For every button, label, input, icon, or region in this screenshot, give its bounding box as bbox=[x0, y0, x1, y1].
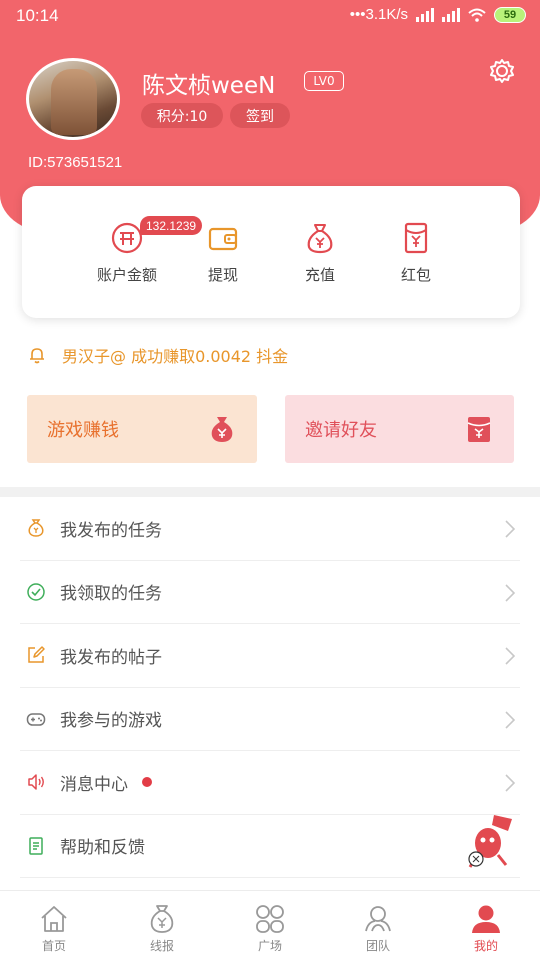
mascot-icon[interactable] bbox=[462, 811, 518, 871]
wallet-label: 充值 bbox=[304, 266, 335, 284]
username: 陈文桢weeN bbox=[142, 73, 276, 99]
money-bag-icon bbox=[211, 417, 233, 442]
bell-icon bbox=[30, 348, 44, 364]
red-envelope-icon bbox=[467, 417, 491, 442]
status-right: •••3.1K/s 59 bbox=[350, 6, 526, 23]
signin-button[interactable]: 签到 bbox=[230, 103, 290, 128]
chevron-right-icon bbox=[505, 647, 516, 665]
wallet-label: 红包 bbox=[400, 266, 431, 284]
menu-item-label: 我领取的任务 bbox=[60, 584, 162, 605]
speaker-icon bbox=[28, 774, 44, 790]
menu-item-label: 帮助和反馈 bbox=[60, 838, 145, 859]
menu-item-my-games[interactable]: 我参与的游戏 bbox=[20, 688, 520, 751]
section-divider bbox=[0, 487, 540, 497]
signal-icon bbox=[416, 7, 434, 22]
grid-icon bbox=[256, 905, 284, 933]
tab-label: 首页 bbox=[41, 939, 66, 953]
tab-label: 我的 bbox=[473, 939, 498, 953]
menu-item-label: 我发布的任务 bbox=[60, 520, 162, 541]
level-badge: LV0 bbox=[304, 71, 344, 91]
network-speed: •••3.1K/s bbox=[349, 6, 408, 23]
tab-label: 团队 bbox=[365, 939, 390, 953]
chevron-right-icon bbox=[505, 583, 516, 602]
wifi-icon bbox=[468, 8, 486, 22]
wallet-item-withdraw[interactable]: 提现 bbox=[178, 220, 268, 285]
tab-tips[interactable]: 线报 bbox=[108, 891, 216, 960]
tab-mine[interactable]: 我的 bbox=[432, 891, 540, 960]
edit-icon bbox=[28, 646, 45, 663]
game-earn-label: 游戏赚钱 bbox=[47, 420, 119, 441]
money-bag-icon bbox=[150, 905, 174, 933]
menu-item-my-published-tasks[interactable]: 我发布的任务 bbox=[20, 497, 520, 561]
document-icon bbox=[29, 837, 43, 855]
status-time: 10:14 bbox=[16, 6, 59, 25]
wallet-item-recharge[interactable]: 充值 bbox=[275, 220, 365, 285]
chevron-right-icon bbox=[505, 710, 516, 729]
wallet-label: 提现 bbox=[207, 266, 238, 284]
check-circle-icon bbox=[27, 583, 45, 601]
unread-dot bbox=[142, 777, 152, 788]
tab-home[interactable]: 首页 bbox=[0, 891, 108, 960]
avatar[interactable] bbox=[26, 58, 120, 140]
user-id: ID:573651521 bbox=[28, 154, 123, 171]
game-earn-button[interactable]: 游戏赚钱 bbox=[27, 395, 257, 463]
menu-item-help-feedback[interactable]: 帮助和反馈 bbox=[20, 814, 520, 878]
menu-item-my-posts[interactable]: 我发布的帖子 bbox=[20, 624, 520, 688]
points-pill: 积分:10 bbox=[141, 103, 223, 128]
tab-label: 线报 bbox=[149, 939, 174, 953]
tab-label: 广场 bbox=[257, 939, 282, 953]
avatar-figure bbox=[51, 69, 97, 135]
menu-item-my-claimed-tasks[interactable]: 我领取的任务 bbox=[20, 561, 520, 624]
wallet-card: 账户金额 132.1239 提现 充值 红包 bbox=[22, 186, 520, 318]
battery-icon: 59 bbox=[494, 6, 526, 23]
tab-team[interactable]: 团队 bbox=[324, 891, 432, 960]
tab-plaza[interactable]: 广场 bbox=[216, 891, 324, 960]
wallet-item-red-envelope[interactable]: 红包 bbox=[371, 220, 461, 285]
status-bar: 10:14 •••3.1K/s 59 bbox=[0, 0, 540, 32]
invite-friends-label: 邀请好友 bbox=[305, 420, 377, 441]
earning-notice: 男汉子@ 成功赚取0.0042 抖金 bbox=[28, 342, 288, 368]
notice-text: 男汉子@ 成功赚取0.0042 抖金 bbox=[62, 347, 289, 366]
menu-item-label: 我参与的游戏 bbox=[60, 711, 162, 732]
red-envelope-icon bbox=[404, 222, 428, 254]
bottom-tab-bar: 首页 线报 广场 团队 我的 bbox=[0, 890, 540, 960]
team-icon bbox=[365, 906, 391, 932]
signal-icon bbox=[442, 7, 460, 22]
menu-item-message-center[interactable]: 消息中心 bbox=[20, 751, 520, 815]
wallet-label: 账户金额 bbox=[96, 266, 157, 284]
user-icon bbox=[472, 905, 500, 933]
chevron-right-icon bbox=[505, 774, 516, 792]
money-bag-icon bbox=[307, 224, 333, 254]
invite-friends-button[interactable]: 邀请好友 bbox=[285, 395, 514, 463]
menu-item-label: 我发布的帖子 bbox=[60, 647, 162, 668]
home-icon bbox=[41, 906, 67, 932]
gear-icon[interactable] bbox=[488, 57, 516, 85]
wallet-icon bbox=[208, 227, 238, 251]
menu-item-label: 消息中心 bbox=[60, 774, 128, 795]
gamepad-icon bbox=[26, 713, 46, 726]
money-bag-icon bbox=[28, 519, 44, 538]
menu-list: 我发布的任务 我领取的任务 我发布的帖子 我参与的游戏 消息中心 帮助和反馈 bbox=[0, 497, 540, 878]
chevron-right-icon bbox=[505, 520, 516, 538]
